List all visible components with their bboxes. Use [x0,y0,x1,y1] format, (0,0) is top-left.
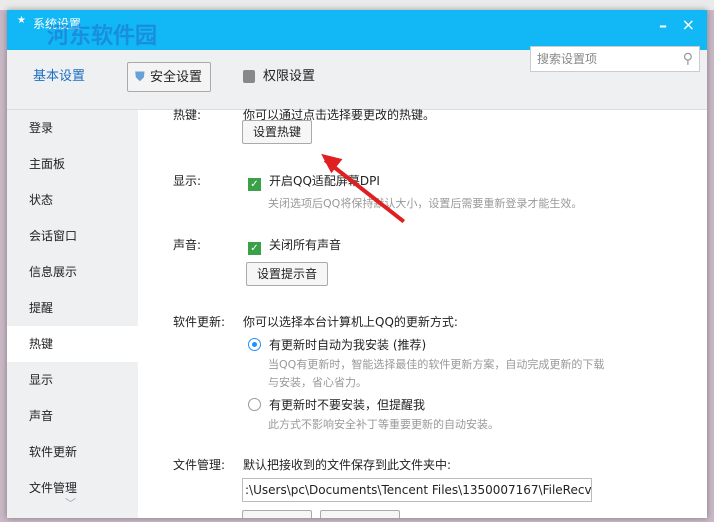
check-icon: ✓ [248,242,261,255]
file-path-input[interactable]: :\Users\pc\Documents\Tencent Files\13500… [242,478,592,502]
search-placeholder: 搜索设置项 [537,52,598,66]
dpi-option-label: 开启QQ适配屏幕DPI [269,174,380,188]
radio-icon [248,398,261,411]
minimize-button[interactable]: – [659,16,667,35]
tab-basic-settings[interactable]: 基本设置 [25,62,93,92]
mute-option-label: 关闭所有声音 [269,238,342,252]
files-desc: 默认把接收到的文件保存到此文件夹中: [243,458,452,472]
sidebar-item-software-update[interactable]: 软件更新 [7,434,138,470]
settings-window: ★ 系统设置 河东软件园 – × 基本设置 ⛊ 安全设置 权限设置 搜索设置项 ⚲ … [7,10,707,518]
chevron-up-icon[interactable]: ︿ [65,480,76,496]
notify-only-label: 有更新时不要安装，但提醒我 [269,398,426,412]
open-folder-button[interactable] [320,510,400,518]
tab-permission-settings[interactable]: 权限设置 [237,62,323,92]
sidebar: 登录 主面板 状态 会话窗口 信息展示 提醒 热键 显示 声音 软件更新 文件管… [7,110,138,518]
close-button[interactable]: × [682,15,695,34]
search-input[interactable]: 搜索设置项 ⚲ [530,46,700,72]
check-icon: ✓ [248,178,261,191]
sidebar-item-reminder[interactable]: 提醒 [7,290,138,326]
set-sound-button[interactable]: 设置提示音 [246,262,329,286]
display-hint: 关闭选项后QQ将保持默认大小，设置后需要重新登录才能生效。 [268,197,583,210]
set-hotkey-button[interactable]: 设置热键 [242,120,313,144]
sidebar-item-main-panel[interactable]: 主面板 [7,146,138,182]
sidebar-item-info-display[interactable]: 信息展示 [7,254,138,290]
sidebar-scroll[interactable]: ︿ ﹀ [65,480,76,512]
hotkey-label: 热键: [173,108,202,122]
sidebar-item-login[interactable]: 登录 [7,110,138,146]
update-desc: 你可以选择本台计算机上QQ的更新方式: [243,315,458,329]
update-label: 软件更新: [173,315,226,329]
sidebar-item-display[interactable]: 显示 [7,362,138,398]
title-bar: ★ 系统设置 河东软件园 – × [7,10,707,50]
sidebar-item-sound[interactable]: 声音 [7,398,138,434]
settings-content: 热键: 你可以通过点击选择要更改的热键。 设置热键 显示: ✓ 开启QQ适配屏幕D… [138,108,707,518]
files-label: 文件管理: [173,458,226,472]
auto-install-radio[interactable]: 有更新时自动为我安装 (推荐) [248,336,426,353]
sound-label: 声音: [173,238,202,252]
notify-only-radio[interactable]: 有更新时不要安装，但提醒我 [248,396,425,413]
sidebar-item-hotkey[interactable]: 热键 [7,326,138,362]
tab-security-settings[interactable]: ⛊ 安全设置 [127,62,212,92]
sidebar-item-chat-window[interactable]: 会话窗口 [7,218,138,254]
auto-install-label: 有更新时自动为我安装 (推荐) [269,338,427,352]
lock-icon [243,70,255,83]
change-directory-button[interactable] [242,510,312,518]
notify-only-hint: 此方式不影响安全补丁等重要更新的自动安装。 [268,418,499,431]
sidebar-item-status[interactable]: 状态 [7,182,138,218]
radio-selected-icon [248,338,261,351]
desktop-background [0,0,714,10]
display-label: 显示: [173,174,202,188]
mute-checkbox[interactable]: ✓ 关闭所有声音 [248,236,341,255]
auto-install-hint-2: 与安装，省心省力。 [268,376,367,389]
qq-star-icon: ★ [17,15,26,26]
chevron-down-icon[interactable]: ﹀ [65,496,76,512]
search-icon[interactable]: ⚲ [683,47,693,71]
watermark: 河东软件园 [47,24,158,49]
tab-label: 权限设置 [263,69,316,84]
auto-install-hint: 当QQ有更新时，智能选择最佳的软件更新方案，自动完成更新的下载 [268,358,605,371]
tab-label: 安全设置 [150,70,203,85]
shield-icon: ⛊ [135,70,145,85]
